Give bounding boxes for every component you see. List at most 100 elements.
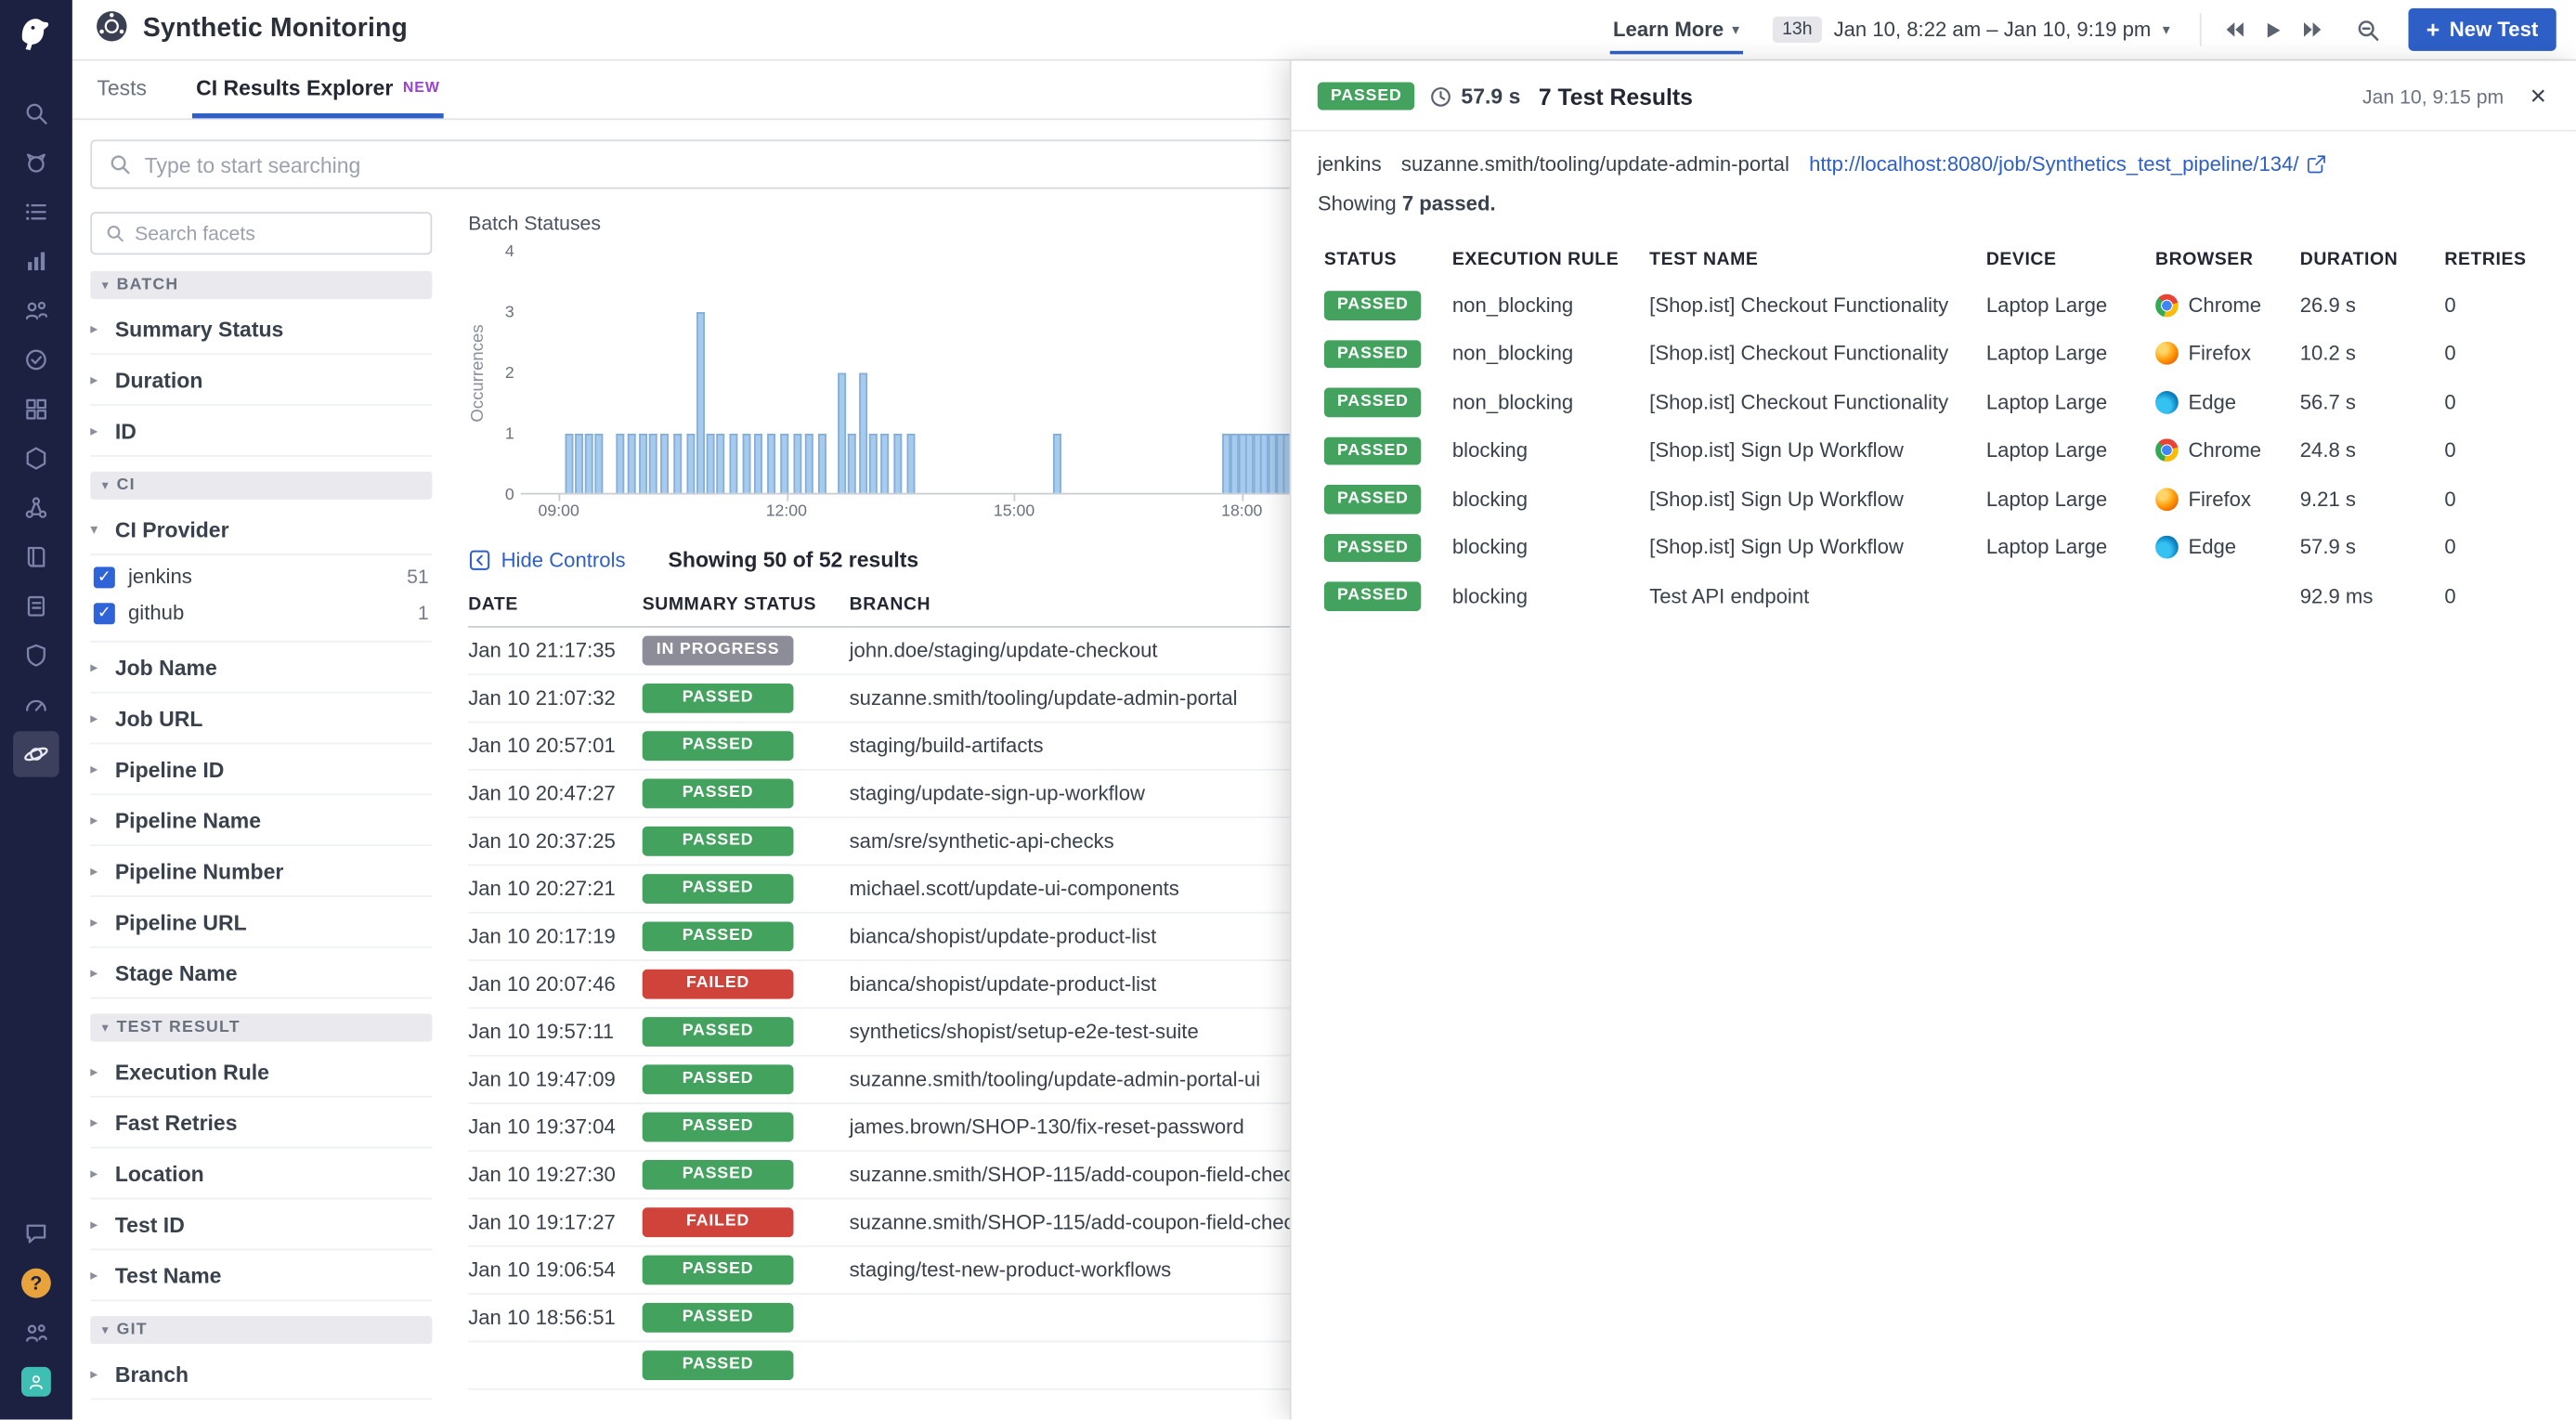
- tab-tests[interactable]: Tests: [94, 60, 150, 118]
- facet-item-test-id[interactable]: ▸Test ID: [90, 1199, 432, 1250]
- synthetics-icon[interactable]: [13, 731, 59, 777]
- test-result-row[interactable]: PASSEDblocking[Shop.ist] Sign Up Workflo…: [1324, 426, 2543, 475]
- facet-group-header-test-result[interactable]: ▾TEST RESULT: [90, 1014, 432, 1042]
- logs-icon[interactable]: [13, 583, 59, 630]
- column-header-date[interactable]: DATE: [468, 594, 643, 626]
- chart-bar[interactable]: [818, 434, 826, 493]
- facet-option-jenkins[interactable]: ✓jenkins51: [94, 558, 432, 594]
- checkbox-icon[interactable]: ✓: [94, 602, 115, 623]
- zoom-out-icon[interactable]: [2352, 13, 2385, 46]
- column-header-summary-status[interactable]: SUMMARY STATUS: [643, 594, 850, 626]
- facet-group-header-git[interactable]: ▾GIT: [90, 1316, 432, 1344]
- test-result-row[interactable]: PASSEDnon_blocking[Shop.ist] Checkout Fu…: [1324, 378, 2543, 426]
- chart-bar[interactable]: [638, 434, 646, 493]
- facet-item-summary-status[interactable]: ▸Summary Status: [90, 304, 432, 355]
- facet-item-pipeline-name[interactable]: ▸Pipeline Name: [90, 795, 432, 846]
- test-result-row[interactable]: PASSEDblocking[Shop.ist] Sign Up Workflo…: [1324, 523, 2543, 571]
- datadog-logo-icon[interactable]: [11, 10, 60, 59]
- skip-back-button[interactable]: [2218, 13, 2250, 46]
- facet-search[interactable]: [90, 212, 432, 254]
- column-header-device[interactable]: DEVICE: [1986, 250, 2155, 269]
- play-button[interactable]: [2257, 13, 2289, 46]
- chart-bar[interactable]: [707, 434, 715, 493]
- network-icon[interactable]: [13, 485, 59, 531]
- time-range-picker[interactable]: 13h Jan 10, 8:22 am – Jan 10, 9:19 pm ▾: [1765, 11, 2176, 47]
- chart-bar[interactable]: [906, 434, 915, 493]
- facet-item-job-name[interactable]: ▸Job Name: [90, 643, 432, 694]
- chart-bar[interactable]: [565, 434, 573, 493]
- column-header-status[interactable]: STATUS: [1324, 250, 1452, 269]
- chart-bar[interactable]: [595, 434, 604, 493]
- chart-bar[interactable]: [1053, 434, 1061, 493]
- chart-bar[interactable]: [849, 434, 857, 493]
- facet-item-job-url[interactable]: ▸Job URL: [90, 694, 432, 745]
- infrastructure-icon[interactable]: [13, 436, 59, 482]
- chart-bar[interactable]: [674, 434, 683, 493]
- chart-bar[interactable]: [629, 434, 637, 493]
- facet-item-pipeline-id[interactable]: ▸Pipeline ID: [90, 744, 432, 795]
- search-icon[interactable]: [13, 90, 59, 137]
- apm-gauge-icon[interactable]: [13, 682, 59, 728]
- facet-item-stage-name[interactable]: ▸Stage Name: [90, 948, 432, 999]
- skip-forward-button[interactable]: [2296, 13, 2329, 46]
- column-header-retries[interactable]: RETRIES: [2444, 250, 2543, 269]
- facet-item-fast-retries[interactable]: ▸Fast Retries: [90, 1098, 432, 1149]
- chart-bar[interactable]: [696, 312, 705, 493]
- security-shield-icon[interactable]: [13, 632, 59, 679]
- chart-bar[interactable]: [894, 434, 903, 493]
- ci-visibility-check-icon[interactable]: [13, 337, 59, 384]
- facet-group-header-ci[interactable]: ▾CI: [90, 472, 432, 500]
- facet-item-duration[interactable]: ▸Duration: [90, 355, 432, 406]
- column-header-execution-rule[interactable]: EXECUTION RULE: [1452, 250, 1649, 269]
- support-chat-icon[interactable]: [13, 1211, 59, 1257]
- chart-bar[interactable]: [767, 434, 775, 493]
- learn-more-dropdown[interactable]: Learn More ▾: [1609, 5, 1742, 54]
- test-result-row[interactable]: PASSEDnon_blocking[Shop.ist] Checkout Fu…: [1324, 281, 2543, 330]
- column-header-test-name[interactable]: TEST NAME: [1649, 250, 1986, 269]
- close-icon[interactable]: ×: [2527, 79, 2550, 113]
- facet-item-branch[interactable]: ▸Branch: [90, 1348, 432, 1400]
- facet-item-execution-rule[interactable]: ▸Execution Rule: [90, 1047, 432, 1098]
- facet-item-test-name[interactable]: ▸Test Name: [90, 1250, 432, 1301]
- user-avatar-icon[interactable]: [13, 1359, 59, 1405]
- chart-bar[interactable]: [661, 434, 670, 493]
- chart-bar[interactable]: [755, 434, 763, 493]
- chart-bar[interactable]: [839, 373, 847, 493]
- tests-list-icon[interactable]: [13, 189, 59, 235]
- chart-bar[interactable]: [686, 434, 695, 493]
- chart-bar[interactable]: [648, 434, 657, 493]
- facet-item-pipeline-number[interactable]: ▸Pipeline Number: [90, 846, 432, 897]
- chart-bar[interactable]: [742, 434, 750, 493]
- test-result-row[interactable]: PASSEDblocking[Shop.ist] Sign Up Workflo…: [1324, 475, 2543, 523]
- chart-bar[interactable]: [780, 434, 788, 493]
- services-icon[interactable]: [13, 288, 59, 334]
- test-result-row[interactable]: PASSEDnon_blocking[Shop.ist] Checkout Fu…: [1324, 330, 2543, 378]
- chart-bar[interactable]: [575, 434, 583, 493]
- facet-item-location[interactable]: ▸Location: [90, 1149, 432, 1200]
- chart-bar[interactable]: [585, 434, 593, 493]
- chart-bar[interactable]: [717, 434, 725, 493]
- chart-bar[interactable]: [793, 434, 801, 493]
- checkbox-icon[interactable]: ✓: [94, 566, 115, 587]
- facet-search-input[interactable]: [135, 222, 417, 245]
- watchdog-icon[interactable]: [13, 139, 59, 186]
- dashboards-icon[interactable]: [13, 386, 59, 433]
- facet-item-pipeline-url[interactable]: ▸Pipeline URL: [90, 897, 432, 948]
- organization-icon[interactable]: [13, 1309, 59, 1356]
- chart-bar[interactable]: [858, 373, 866, 493]
- help-icon[interactable]: ?: [13, 1260, 59, 1307]
- notebooks-icon[interactable]: [13, 534, 59, 580]
- tab-ci-results-explorer[interactable]: CI Results Explorer NEW: [193, 60, 444, 118]
- column-header-duration[interactable]: DURATION: [2300, 250, 2445, 269]
- chart-bar[interactable]: [881, 434, 890, 493]
- facet-item-ci-provider[interactable]: ▾CI Provider: [90, 504, 432, 555]
- metrics-icon[interactable]: [13, 239, 59, 285]
- facet-option-github[interactable]: ✓github1: [94, 594, 432, 631]
- chart-bar[interactable]: [616, 434, 624, 493]
- chart-bar[interactable]: [868, 434, 877, 493]
- column-header-browser[interactable]: BROWSER: [2155, 250, 2300, 269]
- chart-bar[interactable]: [805, 434, 813, 493]
- facet-group-header-batch[interactable]: ▾BATCH: [90, 271, 432, 299]
- hide-controls-button[interactable]: Hide Controls: [468, 548, 625, 571]
- chart-bar[interactable]: [730, 434, 738, 493]
